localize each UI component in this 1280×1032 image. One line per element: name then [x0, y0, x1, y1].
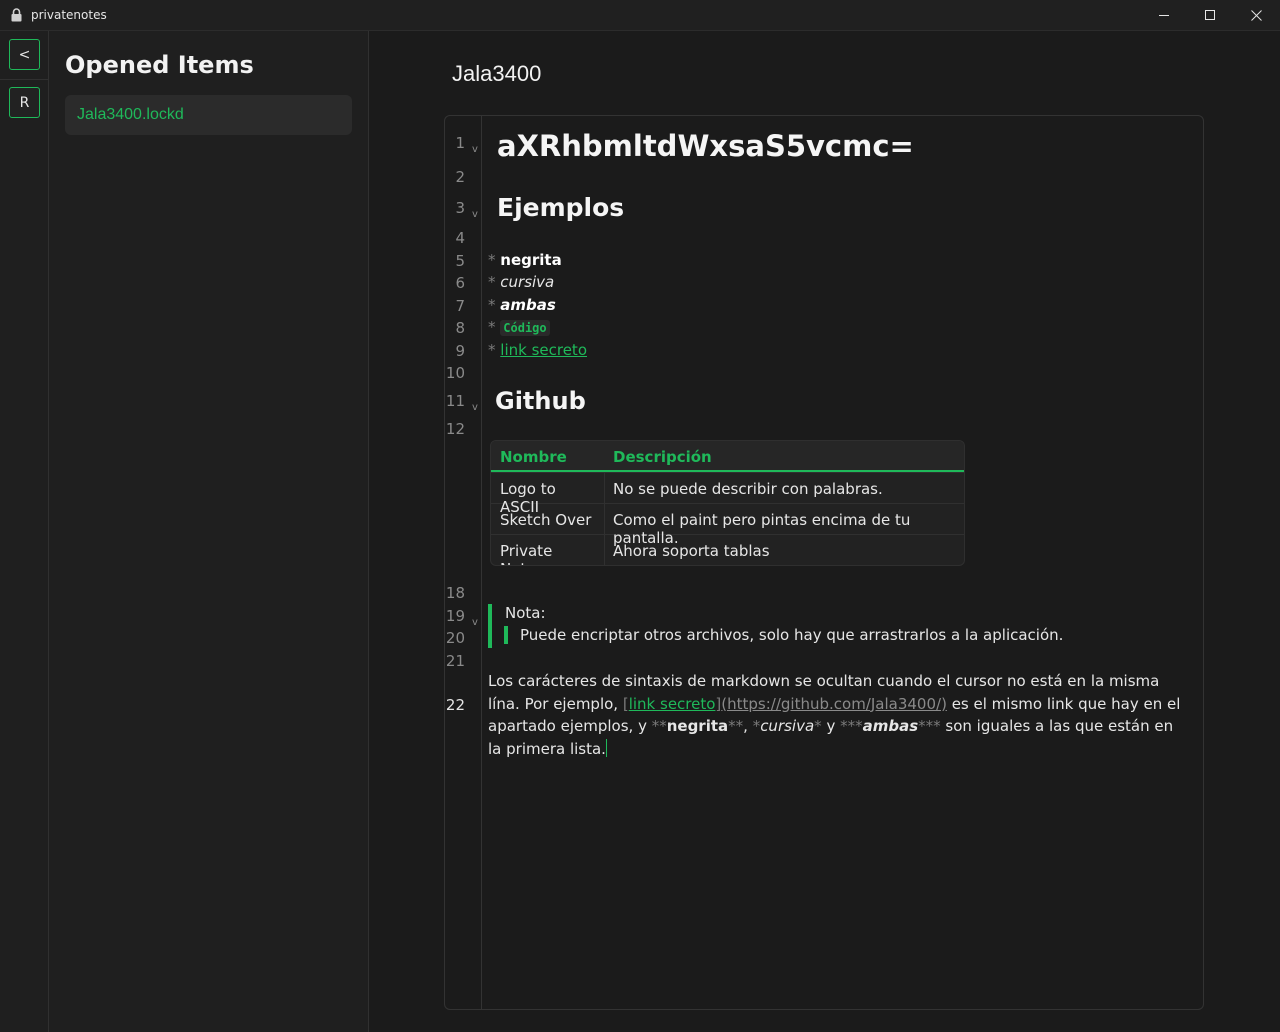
blockquote-title: Nota: [488, 604, 546, 626]
list-item: * negrita [488, 251, 562, 269]
close-button[interactable] [1233, 0, 1279, 31]
rail-divider [0, 79, 48, 80]
blockquote-body: Puede encriptar otros archivos, solo hay… [504, 626, 1063, 644]
table-row: Logo to ASCII No se puede describir con … [491, 472, 964, 516]
bullet-marker: * [488, 341, 496, 359]
bold-text: negrita [500, 251, 562, 269]
table-cell: Sketch Over [491, 504, 605, 534]
github-table: Nombre Descripción Logo to ASCII No se p… [490, 440, 965, 566]
table-cell: Logo to ASCII [491, 473, 605, 516]
close-icon [1250, 10, 1262, 21]
list-item: * cursiva [488, 273, 554, 291]
table-header-name: Nombre [500, 448, 567, 466]
syntax-marker: ** [728, 717, 744, 735]
heading-1: aXRhbmltdWxsaS5vcmc= [497, 129, 914, 163]
window-title: privatenotes [31, 8, 107, 22]
link-url[interactable]: (https://github.com/Jala3400/) [721, 695, 947, 713]
italic-text: cursiva [760, 717, 815, 735]
secret-link[interactable]: link secreto [500, 341, 587, 359]
maximize-icon [1204, 10, 1215, 20]
bullet-marker: * [488, 273, 496, 291]
bold-text: negrita [666, 717, 729, 735]
bullet-marker: * [488, 296, 496, 314]
bullet-marker: * [488, 251, 496, 269]
r-button[interactable]: R [9, 87, 40, 118]
syntax-marker: *** [918, 717, 941, 735]
table-cell: Private Notes [491, 535, 605, 565]
inline-code: Código [500, 320, 550, 336]
syntax-marker: * [814, 717, 822, 735]
minimize-icon [1158, 15, 1169, 16]
bold-italic-text: ambas [500, 296, 556, 314]
table-row: Sketch Over Como el paint pero pintas en… [491, 503, 964, 547]
paragraph: Los carácteres de sintaxis de markdown s… [488, 670, 1188, 760]
syntax-marker: *** [840, 717, 863, 735]
main-panel: Jala3400 1 v 2 3 v 4 5 6 7 8 9 10 11 v 1… [369, 31, 1280, 1032]
left-rail: < R [0, 31, 49, 1032]
bullet-marker: * [488, 318, 496, 336]
heading-examples: Ejemplos [497, 193, 625, 222]
sidebar-item-jala3400-lockd[interactable]: Jala3400.lockd [65, 95, 352, 135]
editor-content: aXRhbmltdWxsaS5vcmc= Ejemplos * negrita … [445, 116, 1203, 1009]
title-bar: privatenotes [0, 0, 1280, 31]
sidebar-title: Opened Items [65, 51, 254, 79]
markdown-editor[interactable]: 1 v 2 3 v 4 5 6 7 8 9 10 11 v 12 18 19 v… [444, 115, 1204, 1010]
lock-icon [11, 8, 22, 22]
syntax-marker: ** [651, 717, 667, 735]
italic-text: cursiva [500, 273, 555, 291]
list-item: * link secreto [488, 341, 587, 359]
table-header-description: Descripción [613, 448, 712, 466]
sidebar: Opened Items Jala3400.lockd [49, 31, 369, 1032]
text-cursor [605, 738, 607, 757]
heading-github: Github [495, 387, 586, 415]
table-row: Private Notes Ahora soporta tablas [491, 534, 964, 565]
table-header-row: Nombre Descripción [491, 441, 964, 472]
blockquote-nested: Puede encriptar otros archivos, solo hay… [488, 626, 1063, 648]
paragraph-text: , [743, 717, 753, 735]
inline-link[interactable]: link secreto [629, 695, 716, 713]
table-cell: Como el paint pero pintas encima de tu p… [613, 511, 911, 547]
collapse-sidebar-button[interactable]: < [9, 39, 40, 70]
table-cell: Ahora soporta tablas [613, 542, 770, 560]
list-item: * ambas [488, 296, 556, 314]
minimize-button[interactable] [1141, 0, 1187, 31]
bold-italic-text: ambas [862, 717, 919, 735]
document-title: Jala3400 [452, 61, 542, 86]
maximize-button[interactable] [1187, 0, 1233, 31]
paragraph-text: y [821, 717, 841, 735]
table-cell: No se puede describir con palabras. [613, 480, 883, 498]
list-item: * Código [488, 318, 550, 336]
